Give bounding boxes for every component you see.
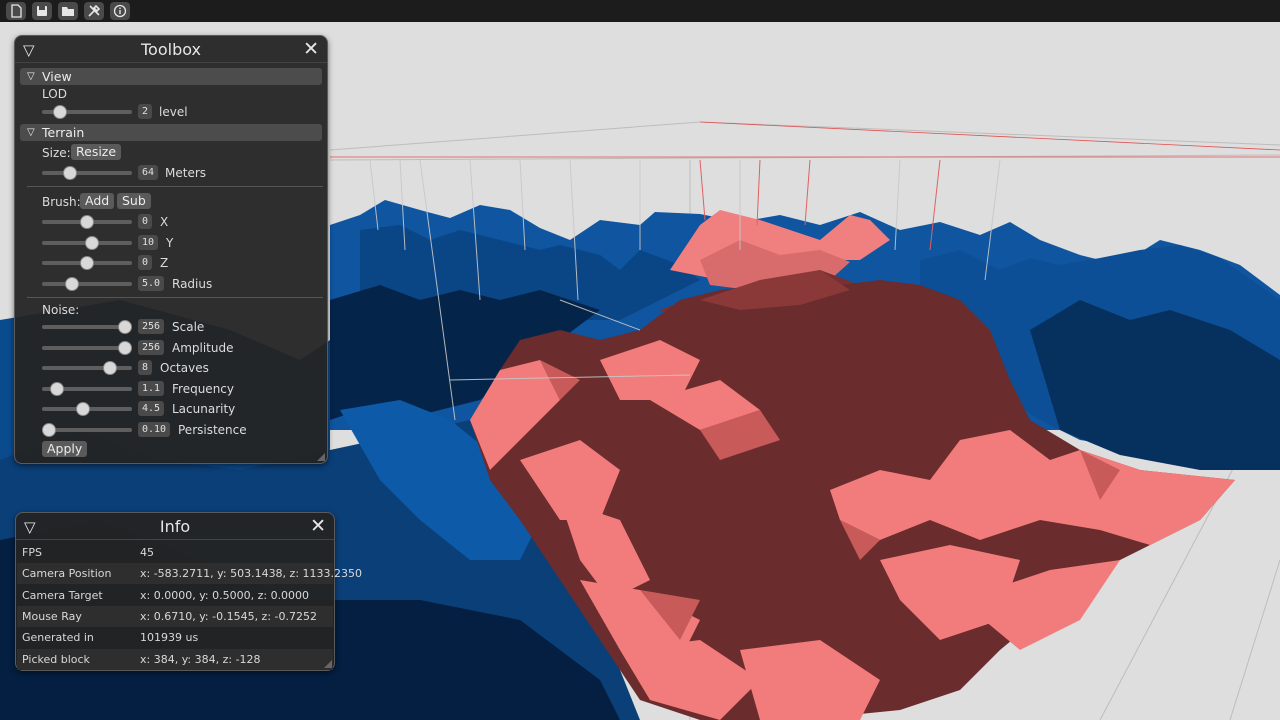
- info-key: Picked block: [22, 652, 90, 666]
- open-folder-icon[interactable]: [58, 2, 78, 20]
- slider-knob[interactable]: [118, 320, 132, 334]
- z-value[interactable]: 0: [138, 255, 153, 270]
- size-value[interactable]: 64: [138, 165, 159, 180]
- slider-knob[interactable]: [85, 235, 100, 250]
- info-row: Generated in 101939 us: [17, 627, 333, 648]
- octaves-slider[interactable]: [42, 361, 132, 375]
- size-unit-label: Meters: [165, 166, 207, 180]
- info-title: Info: [159, 516, 191, 536]
- toolbox-title: Toolbox: [141, 39, 201, 59]
- slider-knob[interactable]: [80, 256, 94, 270]
- info-value: 45: [140, 546, 154, 559]
- lod-slider[interactable]: [42, 105, 132, 119]
- slider-knob[interactable]: [52, 105, 67, 119]
- chevron-down-icon: ▽: [27, 71, 35, 82]
- info-row: FPS 45: [17, 542, 333, 563]
- info-value: x: 0.0000, y: 0.5000, z: 0.0000: [140, 588, 310, 602]
- scale-slider[interactable]: [42, 320, 132, 334]
- radius-slider[interactable]: [42, 276, 132, 291]
- info-row: Camera Target x: 0.0000, y: 0.5000, z: 0.…: [17, 585, 333, 606]
- info-row: Picked block x: 384, y: 384, z: -128: [17, 648, 333, 670]
- octaves-label: Octaves: [160, 361, 209, 375]
- slider-knob[interactable]: [102, 361, 117, 375]
- info-key: FPS: [22, 546, 42, 559]
- lod-unit-label: level: [159, 105, 188, 119]
- x-label: X: [160, 215, 169, 229]
- collapse-triangle-icon[interactable]: ▽: [23, 41, 35, 59]
- x-slider[interactable]: [42, 215, 132, 229]
- close-icon[interactable]: ✕: [310, 515, 326, 537]
- frequency-slider[interactable]: [42, 381, 132, 396]
- brush-add-button[interactable]: Add: [80, 193, 115, 209]
- brush-label: Brush:: [42, 195, 81, 209]
- close-icon[interactable]: ✕: [303, 38, 319, 60]
- info-titlebar[interactable]: ▽ Info ✕: [16, 513, 334, 540]
- chevron-down-icon: ▽: [27, 127, 35, 138]
- new-file-icon[interactable]: [6, 2, 26, 20]
- slider-knob[interactable]: [64, 276, 79, 291]
- radius-value[interactable]: 5.0: [138, 275, 165, 291]
- info-value: x: -583.2711, y: 503.1438, z: 1133.2350: [140, 567, 363, 581]
- x-value[interactable]: 0: [138, 214, 153, 229]
- apply-button[interactable]: Apply: [42, 441, 88, 457]
- frequency-label: Frequency: [172, 381, 234, 396]
- z-slider[interactable]: [42, 256, 132, 270]
- size-slider[interactable]: [42, 166, 132, 180]
- info-value: x: 384, y: 384, z: -128: [140, 652, 261, 666]
- slider-knob[interactable]: [118, 340, 132, 355]
- save-icon[interactable]: [32, 2, 52, 20]
- slider-knob[interactable]: [42, 422, 56, 437]
- slider-knob[interactable]: [76, 402, 91, 416]
- divider: [27, 297, 323, 298]
- persistence-value[interactable]: 0.10: [138, 421, 171, 437]
- lacunarity-value[interactable]: 4.5: [138, 401, 165, 416]
- resize-grip-icon[interactable]: [324, 660, 332, 668]
- lacunarity-slider[interactable]: [42, 402, 132, 416]
- slider-knob[interactable]: [80, 215, 94, 229]
- octaves-value[interactable]: 8: [138, 360, 153, 375]
- collapse-triangle-icon[interactable]: ▽: [24, 518, 36, 536]
- amplitude-slider[interactable]: [42, 340, 132, 355]
- amplitude-value[interactable]: 256: [138, 339, 165, 355]
- resize-button[interactable]: Resize: [71, 144, 122, 160]
- frequency-value[interactable]: 1.1: [138, 380, 165, 396]
- size-label: Size:: [42, 146, 71, 160]
- view-section-header[interactable]: ▽ View: [20, 68, 322, 85]
- lod-label: LOD: [42, 87, 67, 101]
- resize-grip-icon[interactable]: [317, 453, 325, 461]
- lacunarity-label: Lacunarity: [172, 402, 236, 416]
- info-key: Generated in: [22, 631, 94, 645]
- persistence-label: Persistence: [178, 422, 247, 437]
- top-toolbar: [0, 0, 1280, 22]
- lod-value[interactable]: 2: [138, 104, 153, 119]
- info-key: Camera Position: [22, 567, 112, 581]
- info-value: x: 0.6710, y: -0.1545, z: -0.7252: [140, 609, 317, 623]
- brush-sub-button[interactable]: Sub: [117, 193, 151, 209]
- amplitude-label: Amplitude: [172, 340, 234, 355]
- slider-knob[interactable]: [49, 381, 64, 396]
- z-label: Z: [160, 256, 169, 270]
- noise-label: Noise:: [42, 303, 80, 317]
- info-key: Camera Target: [22, 588, 103, 602]
- radius-label: Radius: [172, 276, 213, 291]
- divider: [27, 186, 323, 187]
- y-slider[interactable]: [42, 235, 132, 250]
- slider-knob[interactable]: [63, 166, 78, 180]
- persistence-slider[interactable]: [42, 422, 132, 437]
- scale-value[interactable]: 256: [138, 319, 165, 334]
- y-value[interactable]: 10: [138, 234, 159, 250]
- tools-icon[interactable]: [84, 2, 104, 20]
- info-value: 101939 us: [140, 631, 199, 645]
- info-panel: ▽ Info ✕ FPS 45 Camera Position x: -583.271…: [15, 512, 362, 671]
- scale-label: Scale: [172, 320, 205, 334]
- toolbox-titlebar[interactable]: ▽ Toolbox ✕: [15, 36, 327, 63]
- toolbox-panel: ▽ Toolbox ✕ ▽ View LOD 2 level ▽ Terrain…: [14, 35, 328, 464]
- y-label: Y: [166, 235, 174, 250]
- info-key: Mouse Ray: [22, 609, 82, 623]
- info-row: Mouse Ray x: 0.6710, y: -0.1545, z: -0.72…: [17, 605, 333, 627]
- terrain-section-header[interactable]: ▽ Terrain: [20, 124, 322, 141]
- info-icon[interactable]: [110, 2, 130, 20]
- info-row: Camera Position x: -583.2711, y: 503.1438…: [17, 563, 362, 585]
